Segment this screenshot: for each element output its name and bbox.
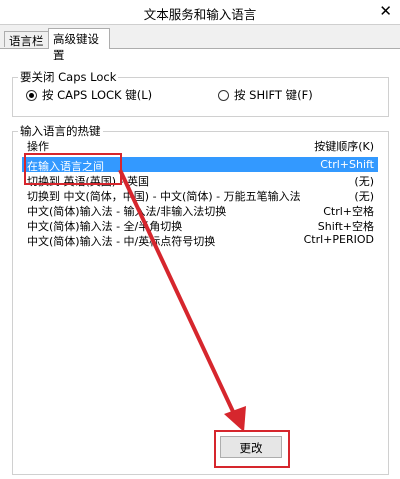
table-row[interactable]: 切换到 中文(简体，中国) - 中文(简体) - 万能五笔输入法 (无) — [22, 187, 378, 203]
radio-caps-lock-label: 按 CAPS LOCK 键(L) — [42, 88, 153, 102]
radio-shift-label: 按 SHIFT 键(F) — [234, 88, 313, 102]
tab-strip: 语言栏 高级键设置 — [0, 25, 400, 62]
radio-shift-key[interactable]: 按 SHIFT 键(F) — [218, 87, 313, 103]
table-row[interactable]: 中文(简体)输入法 - 全/半角切换 Shift+空格 — [22, 217, 378, 233]
window-title: 文本服务和输入语言 — [143, 7, 257, 22]
caps-lock-legend: 要关闭 Caps Lock — [18, 69, 119, 85]
column-header-key-sequence: 按键顺序(K) — [314, 140, 374, 153]
radio-caps-lock-key[interactable]: 按 CAPS LOCK 键(L) — [26, 87, 152, 103]
title-bar: 文本服务和输入语言 ✕ — [0, 0, 400, 25]
row-key: Ctrl+PERIOD — [303, 233, 374, 246]
column-header-action: 操作 — [27, 140, 49, 153]
table-row[interactable]: 中文(简体)输入法 - 中/英标点符号切换 Ctrl+PERIOD — [22, 232, 378, 248]
tab-language-bar[interactable]: 语言栏 — [4, 31, 50, 48]
hotkey-list-header: 操作 按键顺序(K) — [22, 138, 378, 154]
row-key: Ctrl+Shift — [320, 158, 374, 171]
close-icon[interactable]: ✕ — [379, 2, 392, 20]
change-key-sequence-button[interactable]: 更改 — [220, 436, 282, 458]
radio-unselected-icon — [218, 89, 229, 101]
annotation-highlight-box — [24, 153, 122, 185]
hotkeys-legend: 输入语言的热键 — [18, 123, 103, 139]
radio-selected-icon — [26, 89, 37, 101]
table-row[interactable]: 中文(简体)输入法 - 输入法/非输入法切换 Ctrl+空格 — [22, 202, 378, 218]
row-action: 中文(简体)输入法 - 中/英标点符号切换 — [27, 235, 216, 248]
tab-advanced-key-settings[interactable]: 高级键设置 — [48, 28, 110, 62]
